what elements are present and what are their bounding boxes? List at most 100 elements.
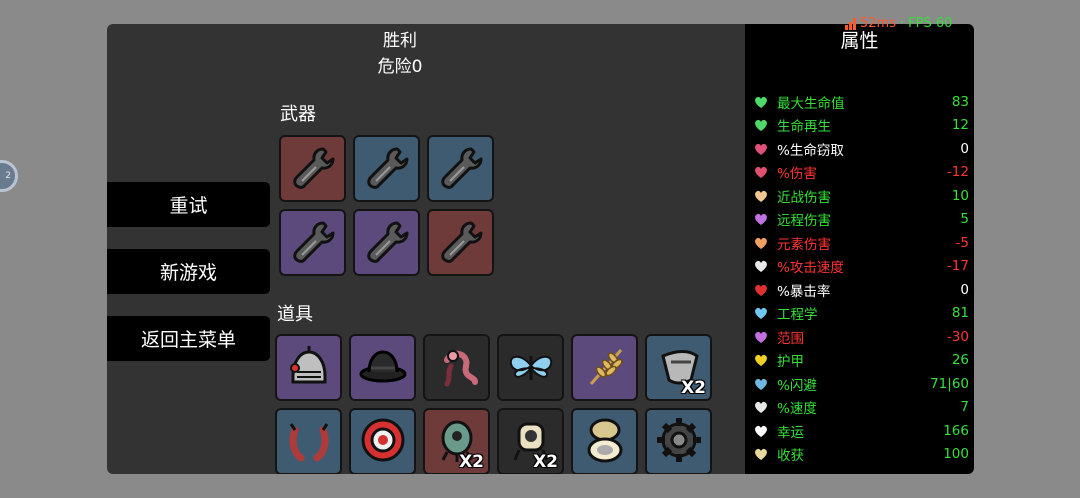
stat-row[interactable]: 元素伤害 -5 bbox=[753, 231, 969, 254]
item-slot[interactable]: X2 bbox=[423, 408, 490, 474]
main-menu-button[interactable]: 返回主菜单 bbox=[107, 316, 270, 361]
item-slot[interactable] bbox=[571, 334, 638, 401]
item-slot[interactable] bbox=[275, 408, 342, 474]
stat-row[interactable]: %伤害 -12 bbox=[753, 161, 969, 184]
perf-separator: · bbox=[899, 16, 905, 31]
butterfly-icon bbox=[503, 338, 559, 398]
stat-label: 护甲 bbox=[777, 354, 804, 370]
claws-icon bbox=[281, 412, 337, 472]
stat-value: -30 bbox=[946, 328, 969, 345]
stat-row[interactable]: 护甲 26 bbox=[753, 349, 969, 372]
quantity-badge: X2 bbox=[459, 452, 484, 472]
stats-panel: 属性 最大生命值 83 生命再生 12 %生命窃取 0 %伤害 -12 近战伤害 10 远程伤害 5 元… bbox=[745, 24, 974, 474]
wrench-icon bbox=[433, 213, 489, 273]
signal-icon bbox=[845, 17, 856, 30]
stat-row[interactable]: 幸运 166 bbox=[753, 419, 969, 442]
stat-row[interactable]: %攻击速度 -17 bbox=[753, 255, 969, 278]
harvest-icon bbox=[753, 446, 769, 462]
stat-label: 范围 bbox=[777, 330, 804, 347]
tentacle-creature-icon bbox=[429, 338, 485, 398]
weapon-slot[interactable] bbox=[279, 135, 346, 202]
stat-label: 远程伤害 bbox=[777, 213, 831, 229]
item-slot[interactable]: X2 bbox=[497, 408, 564, 474]
stat-row[interactable]: %暴击率 0 bbox=[753, 278, 969, 301]
stat-value: 71|60 bbox=[930, 375, 969, 392]
fps-readout: FPS 60 bbox=[908, 16, 953, 31]
range-icon bbox=[753, 329, 769, 345]
stat-label: %闪避 bbox=[777, 377, 817, 394]
wrench-icon bbox=[285, 213, 341, 273]
weapons-label: 武器 bbox=[280, 104, 316, 125]
stat-row[interactable]: %速度 7 bbox=[753, 396, 969, 419]
latency-readout: 52ms bbox=[860, 16, 896, 31]
item-slot[interactable]: X2 bbox=[645, 334, 712, 401]
knight-helmet-icon bbox=[281, 338, 337, 398]
item-slot[interactable] bbox=[349, 334, 416, 401]
cog-icon bbox=[651, 412, 707, 472]
wrench-icon bbox=[359, 139, 415, 199]
stat-value: 12 bbox=[951, 117, 969, 133]
quantity-badge: X2 bbox=[533, 452, 558, 472]
hourglass-icon bbox=[753, 258, 769, 274]
items-label: 道具 bbox=[277, 304, 313, 325]
stat-row[interactable]: %闪避 71|60 bbox=[753, 372, 969, 395]
stat-value: 166 bbox=[943, 422, 969, 439]
weapon-slot[interactable] bbox=[353, 209, 420, 276]
side-drawer-handle[interactable]: 2 bbox=[0, 160, 18, 192]
compact-mirror-icon bbox=[577, 412, 633, 472]
stat-row[interactable]: 范围 -30 bbox=[753, 325, 969, 348]
stat-value: 83 bbox=[951, 93, 969, 110]
stat-label: 幸运 bbox=[777, 424, 804, 441]
stat-value: 0 bbox=[960, 281, 969, 298]
stat-value: 100 bbox=[943, 446, 969, 462]
danger-level: 危险0 bbox=[377, 57, 423, 77]
wrench-icon bbox=[359, 213, 415, 273]
stat-label: 元素伤害 bbox=[777, 236, 831, 253]
weapon-slot[interactable] bbox=[279, 209, 346, 276]
fangs-icon bbox=[753, 141, 769, 157]
item-slot[interactable] bbox=[275, 334, 342, 401]
stat-label: 工程学 bbox=[777, 307, 818, 323]
item-slot[interactable] bbox=[349, 408, 416, 474]
stat-value: 7 bbox=[960, 399, 969, 415]
stat-label: 最大生命值 bbox=[777, 95, 845, 112]
item-slot[interactable] bbox=[571, 408, 638, 474]
stat-row[interactable]: 收获 100 bbox=[753, 443, 969, 466]
item-slot[interactable] bbox=[645, 408, 712, 474]
weapon-slot[interactable] bbox=[427, 135, 494, 202]
stat-row[interactable]: 生命再生 12 bbox=[753, 114, 969, 137]
item-slot[interactable] bbox=[497, 334, 564, 401]
stat-value: 81 bbox=[951, 305, 969, 321]
stat-value: 5 bbox=[960, 211, 969, 227]
stat-label: %速度 bbox=[777, 401, 817, 417]
weapon-slot[interactable] bbox=[353, 135, 420, 202]
new-game-button[interactable]: 新游戏 bbox=[107, 249, 270, 294]
bowler-hat-icon bbox=[355, 338, 411, 398]
boot-icon bbox=[753, 399, 769, 415]
items-grid: X2 X2 X2 bbox=[275, 334, 712, 474]
crit-icon bbox=[753, 282, 769, 298]
stat-row[interactable]: %生命窃取 0 bbox=[753, 137, 969, 160]
shield-icon bbox=[753, 352, 769, 368]
muscle-icon bbox=[753, 164, 769, 180]
stat-row[interactable]: 近战伤害 10 bbox=[753, 184, 969, 207]
stat-value: 0 bbox=[960, 140, 969, 157]
weapons-grid bbox=[279, 135, 494, 276]
stat-value: 26 bbox=[951, 352, 969, 368]
stat-row[interactable]: 最大生命值 83 bbox=[753, 90, 969, 113]
bow-icon bbox=[753, 211, 769, 227]
stat-row[interactable]: 工程学 81 bbox=[753, 302, 969, 325]
dodge-icon bbox=[753, 376, 769, 392]
stat-row[interactable]: 远程伤害 5 bbox=[753, 208, 969, 231]
weapon-slot[interactable] bbox=[427, 209, 494, 276]
heart-icon bbox=[753, 94, 769, 110]
sword-icon bbox=[753, 188, 769, 204]
stat-value: -5 bbox=[955, 234, 969, 251]
quantity-badge: X2 bbox=[681, 378, 706, 398]
stat-value: -12 bbox=[946, 164, 969, 180]
item-slot[interactable] bbox=[423, 334, 490, 401]
run-summary-panel: 胜利 危险0 重试 新游戏 返回主菜单 武器 道具 X2 X2 X2 bbox=[107, 24, 745, 474]
retry-button[interactable]: 重试 bbox=[107, 182, 270, 227]
stat-value: 10 bbox=[951, 187, 969, 204]
wrench-icon bbox=[285, 139, 341, 199]
